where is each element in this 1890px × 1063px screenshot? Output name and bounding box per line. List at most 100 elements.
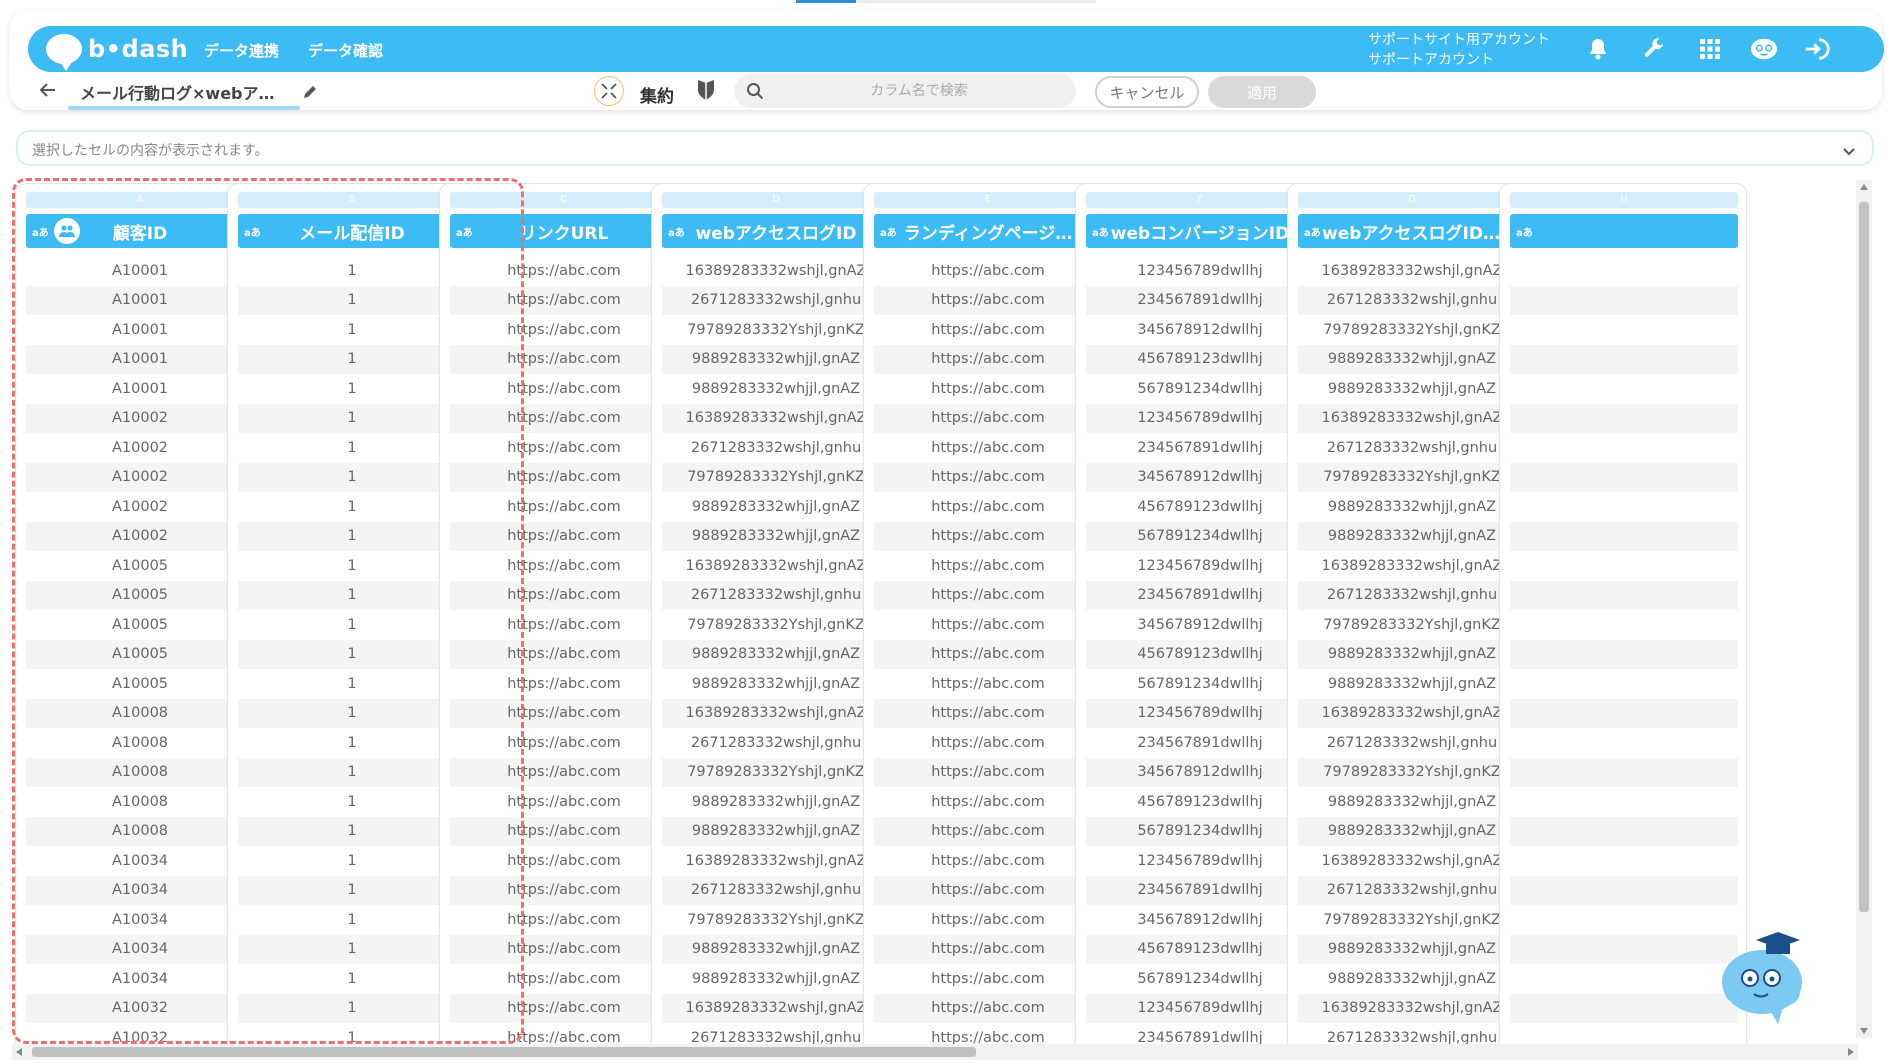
table-cell[interactable]: https://abc.com [450, 728, 678, 758]
table-cell[interactable]: https://abc.com [874, 462, 1102, 492]
table-cell[interactable]: 2671283332wshjl,gnhu [1298, 875, 1526, 905]
table-cell[interactable]: 1 [238, 964, 466, 994]
back-arrow-icon[interactable] [39, 82, 56, 101]
table-cell[interactable]: A10034 [26, 964, 254, 994]
table-cell[interactable]: 79789283332Yshjl,gnKZ [1298, 757, 1526, 787]
table-cell[interactable]: https://abc.com [450, 816, 678, 846]
table-cell[interactable]: 1 [238, 728, 466, 758]
table-cell[interactable]: https://abc.com [450, 964, 678, 994]
table-cell[interactable]: 16389283332wshjl,gnAZ [662, 403, 890, 433]
column-header[interactable]: aあ メール配信ID [238, 214, 466, 248]
table-cell[interactable]: A10005 [26, 610, 254, 640]
table-cell[interactable]: 16389283332wshjl,gnAZ [1298, 551, 1526, 581]
table-cell[interactable]: 9889283332whjjl,gnAZ [662, 964, 890, 994]
table-cell[interactable] [1510, 698, 1738, 728]
table-cell[interactable]: 9889283332whjjl,gnAZ [662, 934, 890, 964]
table-cell[interactable]: A10001 [26, 315, 254, 345]
table-cell[interactable]: https://abc.com [874, 669, 1102, 699]
table-cell[interactable]: A10005 [26, 580, 254, 610]
table-cell[interactable]: https://abc.com [450, 285, 678, 315]
table-cell[interactable]: 1 [238, 551, 466, 581]
table-cell[interactable]: 234567891dwllhj [1086, 728, 1314, 758]
table-cell[interactable]: A10001 [26, 344, 254, 374]
table-cell[interactable]: https://abc.com [874, 698, 1102, 728]
table-cell[interactable]: https://abc.com [874, 905, 1102, 935]
table-cell[interactable]: 79789283332Yshjl,gnKZ [662, 462, 890, 492]
table-cell[interactable]: 9889283332whjjl,gnAZ [1298, 934, 1526, 964]
table-cell[interactable]: https://abc.com [874, 285, 1102, 315]
table-cell[interactable]: 9889283332whjjl,gnAZ [662, 521, 890, 551]
table-cell[interactable] [1510, 993, 1738, 1023]
logo[interactable]: b•dash [46, 34, 188, 71]
table-cell[interactable]: 234567891dwllhj [1086, 433, 1314, 463]
table-cell[interactable]: https://abc.com [874, 344, 1102, 374]
table-cell[interactable]: https://abc.com [450, 521, 678, 551]
table-cell[interactable]: 234567891dwllhj [1086, 285, 1314, 315]
table-cell[interactable]: A10008 [26, 698, 254, 728]
table-cell[interactable]: 123456789dwllhj [1086, 698, 1314, 728]
apps-grid-icon[interactable] [1696, 35, 1724, 63]
table-cell[interactable]: 456789123dwllhj [1086, 344, 1314, 374]
column-header[interactable]: aあ ランディングページ… [874, 214, 1102, 248]
table-cell[interactable] [1510, 551, 1738, 581]
table-cell[interactable] [1510, 256, 1738, 286]
pencil-edit-icon[interactable] [302, 84, 318, 104]
bell-icon[interactable] [1584, 35, 1612, 63]
table-cell[interactable]: https://abc.com [450, 315, 678, 345]
table-cell[interactable]: 123456789dwllhj [1086, 846, 1314, 876]
table-cell[interactable]: 2671283332wshjl,gnhu [662, 580, 890, 610]
table-cell[interactable]: 1 [238, 433, 466, 463]
table-cell[interactable]: https://abc.com [450, 875, 678, 905]
table-cell[interactable] [1510, 344, 1738, 374]
table-cell[interactable]: 79789283332Yshjl,gnKZ [1298, 610, 1526, 640]
table-cell[interactable]: 79789283332Yshjl,gnKZ [1298, 462, 1526, 492]
table-cell[interactable]: 9889283332whjjl,gnAZ [1298, 816, 1526, 846]
table-cell[interactable]: 2671283332wshjl,gnhu [662, 875, 890, 905]
table-cell[interactable]: 1 [238, 787, 466, 817]
horizontal-scroll-thumb[interactable] [32, 1047, 976, 1057]
table-cell[interactable]: https://abc.com [874, 580, 1102, 610]
table-cell[interactable]: 345678912dwllhj [1086, 610, 1314, 640]
table-cell[interactable]: A10005 [26, 669, 254, 699]
table-cell[interactable]: https://abc.com [874, 256, 1102, 286]
table-cell[interactable]: https://abc.com [450, 580, 678, 610]
table-cell[interactable]: https://abc.com [874, 433, 1102, 463]
column-header[interactable]: aあ 顧客ID [26, 214, 254, 248]
table-cell[interactable] [1510, 610, 1738, 640]
logout-icon[interactable] [1804, 35, 1832, 63]
table-cell[interactable]: 123456789dwllhj [1086, 256, 1314, 286]
table-cell[interactable]: https://abc.com [450, 669, 678, 699]
table-cell[interactable]: 2671283332wshjl,gnhu [662, 285, 890, 315]
table-cell[interactable]: 9889283332whjjl,gnAZ [1298, 344, 1526, 374]
scroll-up-arrow-icon[interactable] [1860, 184, 1868, 190]
table-cell[interactable]: 2671283332wshjl,gnhu [1298, 285, 1526, 315]
column-search-input[interactable] [774, 74, 1064, 108]
table-cell[interactable]: 1 [238, 669, 466, 699]
table-cell[interactable]: 9889283332whjjl,gnAZ [1298, 374, 1526, 404]
table-cell[interactable]: A10005 [26, 639, 254, 669]
column-letter[interactable]: E [874, 192, 1102, 208]
table-cell[interactable]: https://abc.com [450, 551, 678, 581]
table-cell[interactable] [1510, 905, 1738, 935]
selected-cell-content-bar[interactable]: 選択したセルの内容が表示されます。 [16, 130, 1874, 166]
table-cell[interactable]: 456789123dwllhj [1086, 934, 1314, 964]
table-cell[interactable]: https://abc.com [450, 757, 678, 787]
column-letter[interactable]: A [26, 192, 254, 208]
table-cell[interactable]: https://abc.com [450, 492, 678, 522]
shield-icon[interactable] [696, 78, 716, 106]
table-cell[interactable] [1510, 374, 1738, 404]
table-cell[interactable]: A10002 [26, 521, 254, 551]
table-cell[interactable]: https://abc.com [450, 639, 678, 669]
cancel-button[interactable]: キャンセル [1095, 76, 1199, 108]
table-cell[interactable]: 1 [238, 344, 466, 374]
table-cell[interactable] [1510, 492, 1738, 522]
table-cell[interactable] [1510, 462, 1738, 492]
column-header[interactable]: aあ webアクセスログID(1) [1298, 214, 1526, 248]
table-cell[interactable]: A10001 [26, 256, 254, 286]
table-cell[interactable]: 16389283332wshjl,gnAZ [1298, 846, 1526, 876]
table-cell[interactable] [1510, 521, 1738, 551]
table-cell[interactable]: 9889283332whjjl,gnAZ [662, 344, 890, 374]
table-cell[interactable]: 16389283332wshjl,gnAZ [1298, 403, 1526, 433]
table-cell[interactable]: 16389283332wshjl,gnAZ [662, 256, 890, 286]
table-cell[interactable]: 9889283332whjjl,gnAZ [1298, 787, 1526, 817]
